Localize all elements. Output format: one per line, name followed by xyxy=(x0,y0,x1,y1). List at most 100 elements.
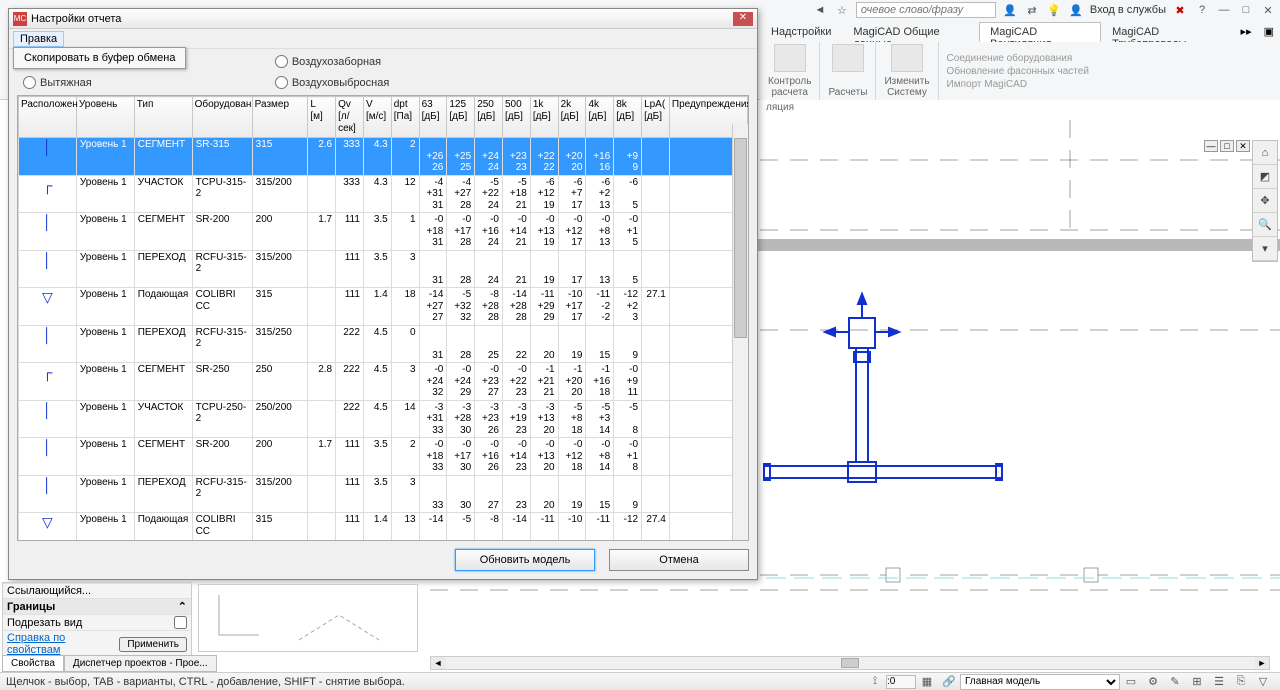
nav-zoom-icon[interactable]: 🔍 xyxy=(1253,213,1277,237)
canvas-close-icon[interactable]: ✕ xyxy=(1236,140,1250,152)
status-icon[interactable]: ⟟ xyxy=(866,675,884,689)
status-grid-icon[interactable]: ▦ xyxy=(918,675,936,689)
app-close-icon[interactable]: ✕ xyxy=(1260,2,1276,18)
tab-addins[interactable]: Надстройки xyxy=(760,22,842,42)
apply-button[interactable]: Применить xyxy=(119,637,187,652)
tab-magicad-pipes[interactable]: MagiCAD Трубопроводы xyxy=(1101,22,1234,42)
cancel-button[interactable]: Отмена xyxy=(609,549,749,571)
table-row[interactable]: │Уровень 1ПЕРЕХОДRCFU-315-2315/2502224.5… xyxy=(19,325,748,363)
table-row[interactable]: │Уровень 1СЕГМЕНТSR-3153152.63334.32 +26… xyxy=(19,138,748,176)
lightbulb-icon[interactable]: 💡 xyxy=(1046,2,1062,18)
canvas-max-icon[interactable]: □ xyxy=(1220,140,1234,152)
dialog-menu: Правка Скопировать в буфер обмена xyxy=(9,29,757,49)
tab-options-icon[interactable]: ▣ xyxy=(1258,22,1280,42)
close-x-icon[interactable]: ✖ xyxy=(1172,2,1188,18)
radio-intake[interactable]: Воздухозаборная xyxy=(275,55,389,68)
menu-edit[interactable]: Правка xyxy=(13,31,64,47)
star-icon[interactable]: ☆ xyxy=(834,2,850,18)
ritem-connection[interactable]: Соединение оборудования xyxy=(947,53,1089,64)
report-grid[interactable]: РасположенУровеньТипОборудованРазмерL [м… xyxy=(17,95,749,541)
prop-row-clip[interactable]: Подрезать вид xyxy=(3,614,191,630)
tab-project-browser[interactable]: Диспетчер проектов - Прое... xyxy=(64,655,217,672)
maximize-icon[interactable]: □ xyxy=(1238,2,1254,18)
help-icon[interactable]: ? xyxy=(1194,2,1210,18)
panel-calc[interactable]: Расчеты xyxy=(820,42,876,100)
tab-properties[interactable]: Свойства xyxy=(2,655,64,672)
tab-magicad-common[interactable]: MagiCAD Общие данные xyxy=(842,22,979,42)
login-link[interactable]: Вход в службы xyxy=(1090,4,1166,16)
ritem-update-fittings[interactable]: Обновление фасонных частей xyxy=(947,66,1089,77)
hscroll-left-icon[interactable]: ◄ xyxy=(431,657,445,669)
help-link[interactable]: Справка по свойствам xyxy=(7,632,119,656)
col-L[interactable]: L [м] xyxy=(308,97,336,138)
status-i1-icon[interactable]: ▭ xyxy=(1122,675,1140,689)
prop-group-bounds[interactable]: Границы⌃ xyxy=(3,598,191,614)
col-type[interactable]: Тип xyxy=(134,97,192,138)
status-i4-icon[interactable]: ⊞ xyxy=(1188,675,1206,689)
update-model-button[interactable]: Обновить модель xyxy=(455,549,595,571)
nav-expand-icon[interactable]: ▾ xyxy=(1253,237,1277,261)
search-input[interactable] xyxy=(856,2,996,18)
zoom-input[interactable] xyxy=(886,675,916,689)
table-row[interactable]: ┌Уровень 1СЕГМЕНТSR-2502502.82224.53-0 +… xyxy=(19,363,748,401)
status-i6-icon[interactable]: ⎘ xyxy=(1232,675,1250,689)
tab-magicad-vent[interactable]: MagiCAD Вентиляция xyxy=(979,22,1101,42)
hscroll-thumb[interactable] xyxy=(841,658,859,668)
status-link-icon[interactable]: 🔗 xyxy=(940,675,958,689)
model-select[interactable]: Главная модель xyxy=(960,674,1120,690)
minimize-icon[interactable]: — xyxy=(1216,2,1232,18)
left-arrow-icon[interactable]: ◄ xyxy=(812,2,828,18)
col-b4k[interactable]: 4k [дБ] xyxy=(586,97,614,138)
nav-home-icon[interactable]: ⌂ xyxy=(1253,141,1277,165)
col-equip[interactable]: Оборудован xyxy=(192,97,252,138)
tab-scroll-icon[interactable]: ▸▸ xyxy=(1235,22,1258,42)
table-row[interactable]: │Уровень 1УЧАСТОКTCPU-250-2250/2002224.5… xyxy=(19,400,748,438)
nav-pan-icon[interactable]: ✥ xyxy=(1253,189,1277,213)
col-size[interactable]: Размер xyxy=(252,97,308,138)
panel-control[interactable]: Контроль расчета xyxy=(760,42,820,100)
person-icon[interactable]: 👤 xyxy=(1068,2,1084,18)
table-row[interactable]: │Уровень 1ПЕРЕХОДRCFU-315-2315/2001113.5… xyxy=(19,250,748,288)
col-b2k[interactable]: 2k [дБ] xyxy=(558,97,586,138)
col-b8k[interactable]: 8k [дБ] xyxy=(614,97,642,138)
col-dpt[interactable]: dpt [Па] xyxy=(391,97,419,138)
table-row[interactable]: │Уровень 1СЕГМЕНТSR-2002001.71113.51-0 +… xyxy=(19,213,748,251)
scrollbar-thumb[interactable] xyxy=(734,138,747,338)
table-row[interactable]: │Уровень 1СЕГМЕНТSR-2002001.71113.52-0 +… xyxy=(19,438,748,476)
col-b1k[interactable]: 1k [дБ] xyxy=(530,97,558,138)
radio-discharge[interactable]: Воздуховыбросная xyxy=(275,76,389,89)
col-level[interactable]: Уровень xyxy=(76,97,134,138)
collapse-icon[interactable]: ⌃ xyxy=(178,600,187,613)
user-icon[interactable]: 👤 xyxy=(1002,2,1018,18)
dialog-close-button[interactable]: ✕ xyxy=(733,12,753,26)
col-V[interactable]: V [м/с] xyxy=(363,97,391,138)
grid-scrollbar[interactable] xyxy=(732,124,748,540)
status-i3-icon[interactable]: ✎ xyxy=(1166,675,1184,689)
ritem-import[interactable]: Импорт MagiCAD xyxy=(947,79,1089,90)
dialog-titlebar[interactable]: MC Настройки отчета ✕ xyxy=(9,9,757,29)
table-row[interactable]: ▽Уровень 1ПодающаяCOLIBRI CC3151111.413-… xyxy=(19,513,748,542)
menu-copy-clipboard[interactable]: Скопировать в буфер обмена xyxy=(24,52,175,64)
col-lpa[interactable]: LpA( [дБ] xyxy=(642,97,670,138)
col-Qv[interactable]: Qv [л/сек] xyxy=(336,97,364,138)
col-b250[interactable]: 250 [дБ] xyxy=(475,97,503,138)
col-b500[interactable]: 500 [дБ] xyxy=(503,97,531,138)
table-row[interactable]: ┌Уровень 1УЧАСТОКTCPU-315-2315/2003334.3… xyxy=(19,175,748,213)
status-i2-icon[interactable]: ⚙ xyxy=(1144,675,1162,689)
radio-exhaust[interactable]: Вытяжная xyxy=(23,76,95,89)
canvas-min-icon[interactable]: — xyxy=(1204,140,1218,152)
table-row[interactable]: ▽Уровень 1ПодающаяCOLIBRI CC3151111.418-… xyxy=(19,288,748,326)
panel-change-system[interactable]: Изменить Систему xyxy=(876,42,938,100)
swap-icon[interactable]: ⇄ xyxy=(1024,2,1040,18)
hscroll-right-icon[interactable]: ► xyxy=(1255,657,1269,669)
prop-row[interactable]: Ссылающийся... xyxy=(3,583,191,598)
status-i7-icon[interactable]: ▽ xyxy=(1254,675,1272,689)
table-row[interactable]: │Уровень 1ПЕРЕХОДRCFU-315-2315/2001113.5… xyxy=(19,475,748,513)
status-i5-icon[interactable]: ☰ xyxy=(1210,675,1228,689)
col-b125[interactable]: 125 [дБ] xyxy=(447,97,475,138)
canvas-hscroll[interactable]: ◄ ► xyxy=(430,656,1270,670)
nav-cube-icon[interactable]: ◩ xyxy=(1253,165,1277,189)
clip-checkbox[interactable] xyxy=(174,616,187,629)
col-b63[interactable]: 63 [дБ] xyxy=(419,97,447,138)
col-layout[interactable]: Расположен xyxy=(19,97,77,138)
